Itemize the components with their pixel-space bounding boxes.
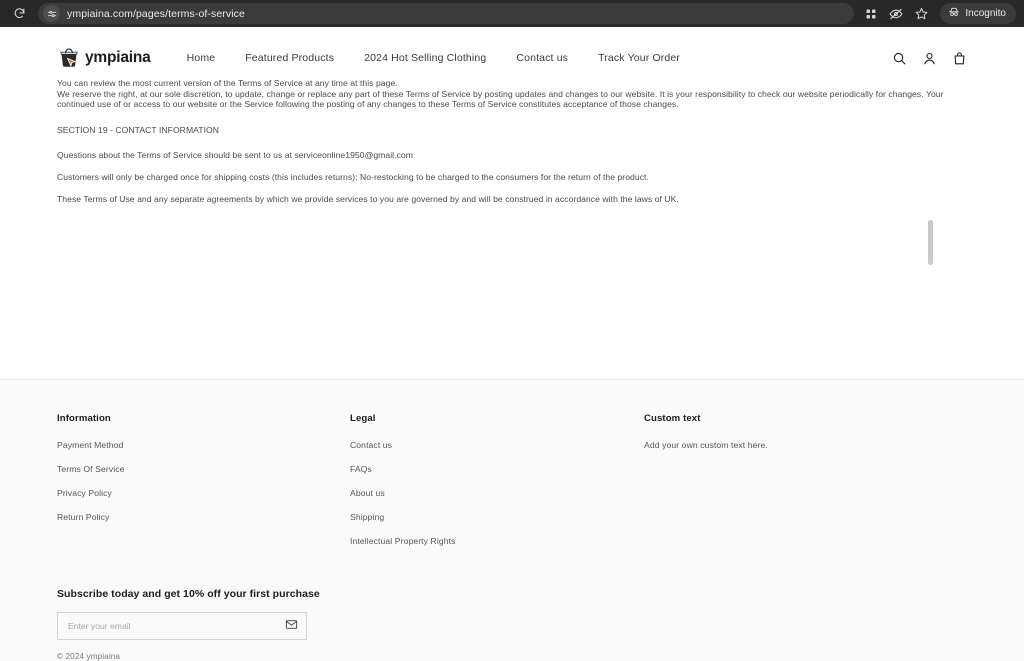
footer-heading-legal: Legal [350, 413, 376, 424]
incognito-hat-icon [948, 6, 960, 21]
browser-action-icons: Incognito [860, 3, 1016, 25]
search-icon[interactable] [891, 50, 907, 66]
main-navigation: Home Featured Products 2024 Hot Selling … [187, 52, 680, 64]
page-viewport: ympiaina Home Featured Products 2024 Hot… [0, 38, 1024, 661]
nav-link-contact-us[interactable]: Contact us [516, 52, 568, 64]
newsletter-title: Subscribe today and get 10% off your fir… [57, 588, 320, 600]
nav-link-featured-products[interactable]: Featured Products [245, 52, 334, 64]
reload-icon[interactable] [8, 3, 30, 25]
footer-link-faqs[interactable]: FAQs [350, 464, 644, 474]
copyright-text: © 2024 ympiaina [57, 652, 121, 661]
footer-columns: Information Payment Method Terms Of Serv… [57, 380, 967, 560]
browser-toolbar: ympiaina.com/pages/terms-of-service Inco… [0, 0, 1024, 27]
footer-column-information: Information Payment Method Terms Of Serv… [57, 413, 350, 560]
paragraph-review-version: You can review the most current version … [57, 78, 398, 88]
shopping-bag-icon[interactable] [951, 50, 967, 66]
nav-link-hot-selling[interactable]: 2024 Hot Selling Clothing [364, 52, 486, 64]
newsletter-submit-button[interactable] [276, 613, 306, 639]
address-bar[interactable]: ympiaina.com/pages/terms-of-service [38, 3, 855, 24]
footer-column-custom-text: Custom text Add your own custom text her… [644, 413, 944, 560]
footer-link-shipping[interactable]: Shipping [350, 512, 644, 522]
nav-link-home[interactable]: Home [187, 52, 216, 64]
footer-link-privacy-policy[interactable]: Privacy Policy [57, 488, 350, 498]
paragraph-questions-email: Questions about the Terms of Service sho… [57, 150, 413, 161]
site-logo[interactable]: ympiaina [57, 46, 151, 70]
site-logo-text: ympiaina [85, 49, 151, 66]
incognito-indicator[interactable]: Incognito [940, 3, 1016, 24]
shopping-bag-cursor-logo-icon [57, 46, 81, 70]
extensions-grid-icon[interactable] [860, 3, 882, 25]
tune-icon[interactable] [43, 5, 60, 22]
section-heading-contact-information: SECTION 19 - CONTACT INFORMATION [57, 124, 220, 135]
email-input[interactable] [58, 621, 276, 631]
footer-link-contact-us[interactable]: Contact us [350, 440, 644, 450]
site-header: ympiaina Home Featured Products 2024 Hot… [0, 38, 1024, 78]
footer-heading-information: Information [57, 413, 111, 424]
user-icon[interactable] [921, 50, 937, 66]
nav-link-track-your-order[interactable]: Track Your Order [598, 52, 680, 64]
header-icon-group [891, 50, 967, 66]
incognito-label: Incognito [965, 8, 1006, 19]
inner-scrollbar-thumb[interactable] [928, 220, 933, 265]
footer-link-intellectual-property-rights[interactable]: Intellectual Property Rights [350, 536, 644, 546]
terms-content: You can review the most current version … [0, 78, 1024, 315]
envelope-icon [285, 618, 298, 634]
paragraph-shipping-costs: Customers will only be charged once for … [57, 171, 649, 182]
footer-custom-text-body: Add your own custom text here. [644, 440, 768, 450]
paragraph-reserve-right: We reserve the right, at our sole discre… [57, 88, 944, 110]
site-footer: Information Payment Method Terms Of Serv… [0, 379, 1024, 661]
footer-link-payment-method[interactable]: Payment Method [57, 440, 350, 450]
url-text: ympiaina.com/pages/terms-of-service [67, 7, 245, 20]
company-details: COOBUY LIMITED Centenary Way, Manchester… [57, 293, 416, 315]
inner-scrollbar[interactable] [928, 220, 933, 315]
footer-link-return-policy[interactable]: Return Policy [57, 512, 350, 522]
paragraph-governing-law: These Terms of Use and any separate agre… [57, 193, 679, 204]
star-icon[interactable] [910, 3, 932, 25]
footer-link-about-us[interactable]: About us [350, 488, 644, 498]
footer-link-terms-of-service[interactable]: Terms Of Service [57, 464, 350, 474]
footer-heading-custom-text: Custom text [644, 413, 701, 424]
eye-slash-icon[interactable] [885, 3, 907, 25]
newsletter-form [57, 612, 307, 640]
footer-column-legal: Legal Contact us FAQs About us Shipping … [350, 413, 644, 560]
